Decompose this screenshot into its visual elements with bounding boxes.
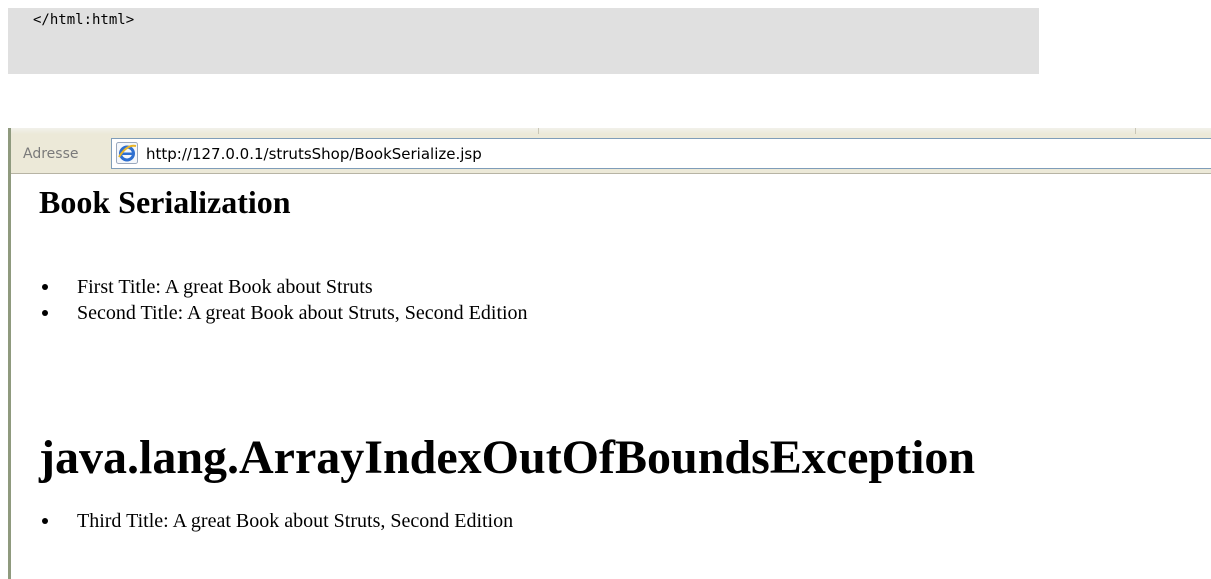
list-item-text: First Title: A great Book about Struts <box>77 276 373 298</box>
list-item-text: Third Title: A great Book about Struts, … <box>77 510 514 532</box>
address-input[interactable]: http://127.0.0.1/strutsShop/BookSerializ… <box>111 138 1211 169</box>
book-list: First Title: A great Book about Struts S… <box>39 274 528 326</box>
bullet-icon <box>42 310 48 316</box>
list-item: First Title: A great Book about Struts <box>39 274 528 300</box>
list-item-text: Second Title: A great Book about Struts,… <box>77 302 528 324</box>
list-item: Third Title: A great Book about Struts, … <box>39 508 513 534</box>
page-heading: Book Serialization <box>39 184 291 220</box>
code-line: </html:html> <box>33 12 135 28</box>
browser-window: Adresse http://127.0.0.1/strutsShop/Book… <box>8 128 1211 579</box>
address-bar: Adresse http://127.0.0.1/strutsShop/Book… <box>11 134 1211 174</box>
bullet-icon <box>42 518 48 524</box>
internet-explorer-icon <box>116 142 138 164</box>
list-item: Second Title: A great Book about Struts,… <box>39 300 528 326</box>
exception-heading: java.lang.ArrayIndexOutOfBoundsException <box>39 431 976 484</box>
address-label: Adresse <box>23 146 79 162</box>
address-url: http://127.0.0.1/strutsShop/BookSerializ… <box>146 145 482 163</box>
code-block: </html:html> <box>8 8 1039 74</box>
book-list: Third Title: A great Book about Struts, … <box>39 508 513 534</box>
bullet-icon <box>42 284 48 290</box>
